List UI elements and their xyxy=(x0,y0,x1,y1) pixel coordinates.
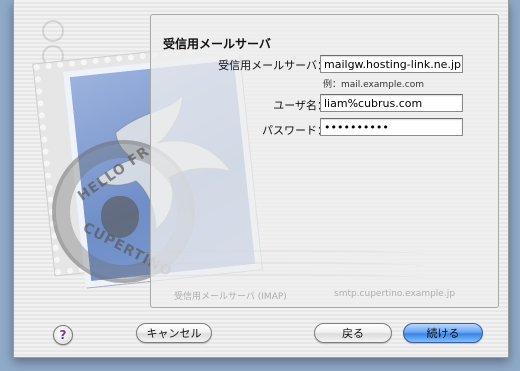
ghost-background-label: 受信用メールサーバ (IMAP) xyxy=(174,292,287,302)
password-input[interactable] xyxy=(320,118,463,136)
username-input[interactable] xyxy=(320,94,463,112)
password-label: パスワード： xyxy=(262,124,328,137)
panel-title: 受信用メールサーバ xyxy=(163,37,271,51)
setup-assistant-sheet: HELLO FR CUPERTINO 受信用メールサーバ 受信用メールサーバ： … xyxy=(13,0,509,358)
back-button[interactable]: 戻る xyxy=(314,323,392,343)
server-input[interactable] xyxy=(320,55,463,73)
continue-button[interactable]: 続ける xyxy=(403,323,483,343)
help-button[interactable]: ? xyxy=(53,325,73,345)
ghost-background-value: smtp.cupertino.example.jp xyxy=(334,289,455,299)
server-label: 受信用メールサーバ： xyxy=(218,59,328,72)
question-mark-icon: ? xyxy=(59,328,67,342)
incoming-mail-server-panel: 受信用メールサーバ 受信用メールサーバ： 例：mail.example.com … xyxy=(150,14,499,308)
cancel-button[interactable]: キャンセル xyxy=(136,323,212,343)
ghost-toolbar-icon xyxy=(42,20,64,42)
server-hint: 例：mail.example.com xyxy=(323,80,424,90)
